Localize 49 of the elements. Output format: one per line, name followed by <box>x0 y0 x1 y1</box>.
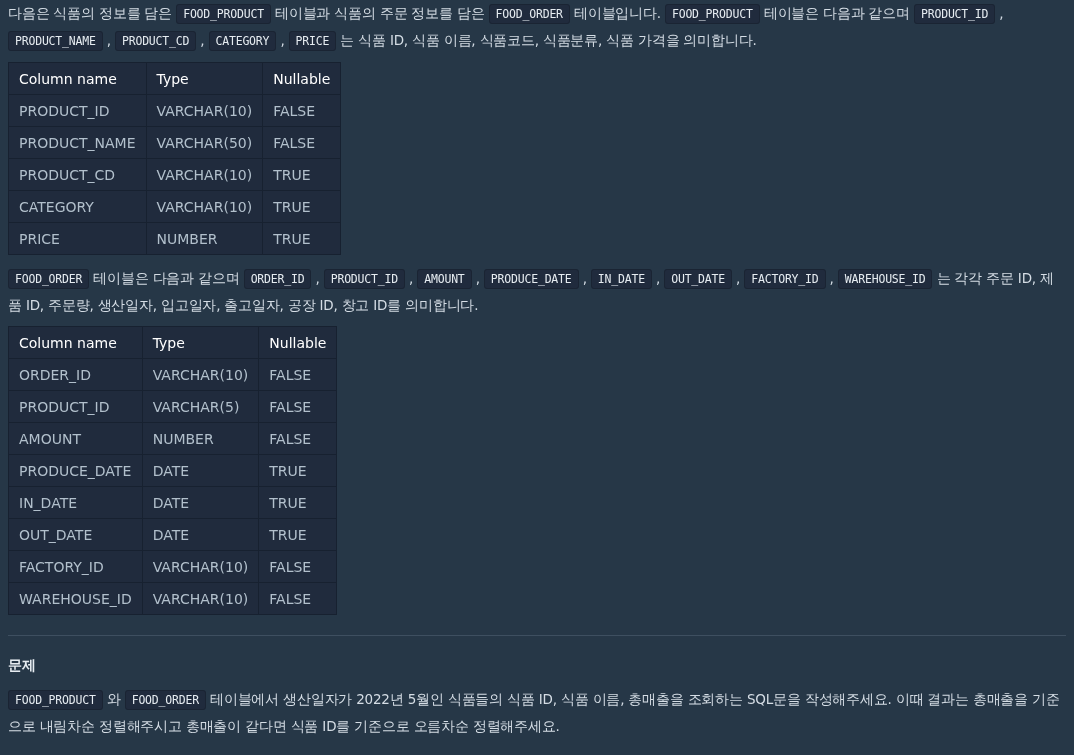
table-cell: FALSE <box>258 422 337 455</box>
table-cell: PRODUCE_DATE <box>8 454 143 487</box>
table-cell: VARCHAR(10) <box>142 550 259 583</box>
table-cell: VARCHAR(10) <box>146 94 263 127</box>
table-cell: FALSE <box>258 582 337 615</box>
table-cell: WAREHOUSE_ID <box>8 582 143 615</box>
table-cell: TRUE <box>262 190 341 223</box>
table-cell: TRUE <box>262 222 341 255</box>
table-cell: FACTORY_ID <box>8 550 143 583</box>
table-cell: PRODUCT_CD <box>8 158 147 191</box>
table-cell: CATEGORY <box>8 190 147 223</box>
table-cell: DATE <box>142 486 259 519</box>
table-cell: ORDER_ID <box>8 358 143 391</box>
table-cell: VARCHAR(10) <box>142 582 259 615</box>
column-header: Column name <box>8 62 147 95</box>
table-cell: TRUE <box>258 486 337 519</box>
column-header: Nullable <box>262 62 341 95</box>
table-cell: VARCHAR(10) <box>142 358 259 391</box>
table-cell: NUMBER <box>146 222 263 255</box>
table-cell: FALSE <box>258 550 337 583</box>
problem-paragraph: FOOD_PRODUCT 와 FOOD_ORDER 테이블에서 생산일자가 2022년 5월인 식품들의 식품 ID, 식품 이름, 총매출을 조회하는 SQL문을 작성해주세요. 이때 결과는 총매출을 기준으로 내림차순 정렬해주시고 총매출이 같다면 식품 ID를 기준으로 오름차순 정렬해주세요. <box>8 689 1061 736</box>
table-cell: PRICE <box>8 222 147 255</box>
description-paragraph: 다음은 식품의 정보를 담은 FOOD_PRODUCT 테이블과 식품의 주문 정보를 담은 FOOD_ORDER 테이블입니다. FOOD_PRODUCT 테이블은 다음과 같으며 PRODUCT_ID , PRODUCT_NAME , PRODUCT_CD , CATEGORY , PRICE 는 식품 ID, 식품 이름, 식품코드, 식품분류, 식품 가격을 의미합니다. <box>8 0 1066 54</box>
table-cell: VARCHAR(10) <box>146 158 263 191</box>
table-cell: TRUE <box>258 518 337 551</box>
column-header: Type <box>142 326 259 359</box>
table-cell: IN_DATE <box>8 486 143 519</box>
table-cell: FALSE <box>262 126 341 159</box>
table-cell: PRODUCT_NAME <box>8 126 147 159</box>
column-header: Nullable <box>258 326 337 359</box>
column-header: Type <box>146 62 263 95</box>
table-cell: FALSE <box>258 358 337 391</box>
table-cell: FALSE <box>262 94 341 127</box>
table-cell: VARCHAR(50) <box>146 126 263 159</box>
table-cell: DATE <box>142 518 259 551</box>
table-cell: OUT_DATE <box>8 518 143 551</box>
table-cell: TRUE <box>262 158 341 191</box>
column-header: Column name <box>8 326 143 359</box>
table-cell: PRODUCT_ID <box>8 94 147 127</box>
section-heading: 문제 <box>8 656 37 675</box>
description-paragraph: FOOD_ORDER 테이블은 다음과 같으며 ORDER_ID , PRODUCT_ID , AMOUNT , PRODUCE_DATE , IN_DATE , OUT_DATE , FACTORY_ID , WAREHOUSE_ID 는 각각 주문 ID, 제품 ID, 주문량, 생산일자, 입고일자, 출고일자, 공장 ID, 창고 ID를 의미합니다. <box>8 268 1055 315</box>
table-cell: VARCHAR(5) <box>142 390 259 423</box>
table-cell: AMOUNT <box>8 422 143 455</box>
table-cell: FALSE <box>258 390 337 423</box>
table-cell: DATE <box>142 454 259 487</box>
table-cell: PRODUCT_ID <box>8 390 143 423</box>
table-cell: VARCHAR(10) <box>146 190 263 223</box>
table-cell: NUMBER <box>142 422 259 455</box>
table-cell: TRUE <box>258 454 337 487</box>
